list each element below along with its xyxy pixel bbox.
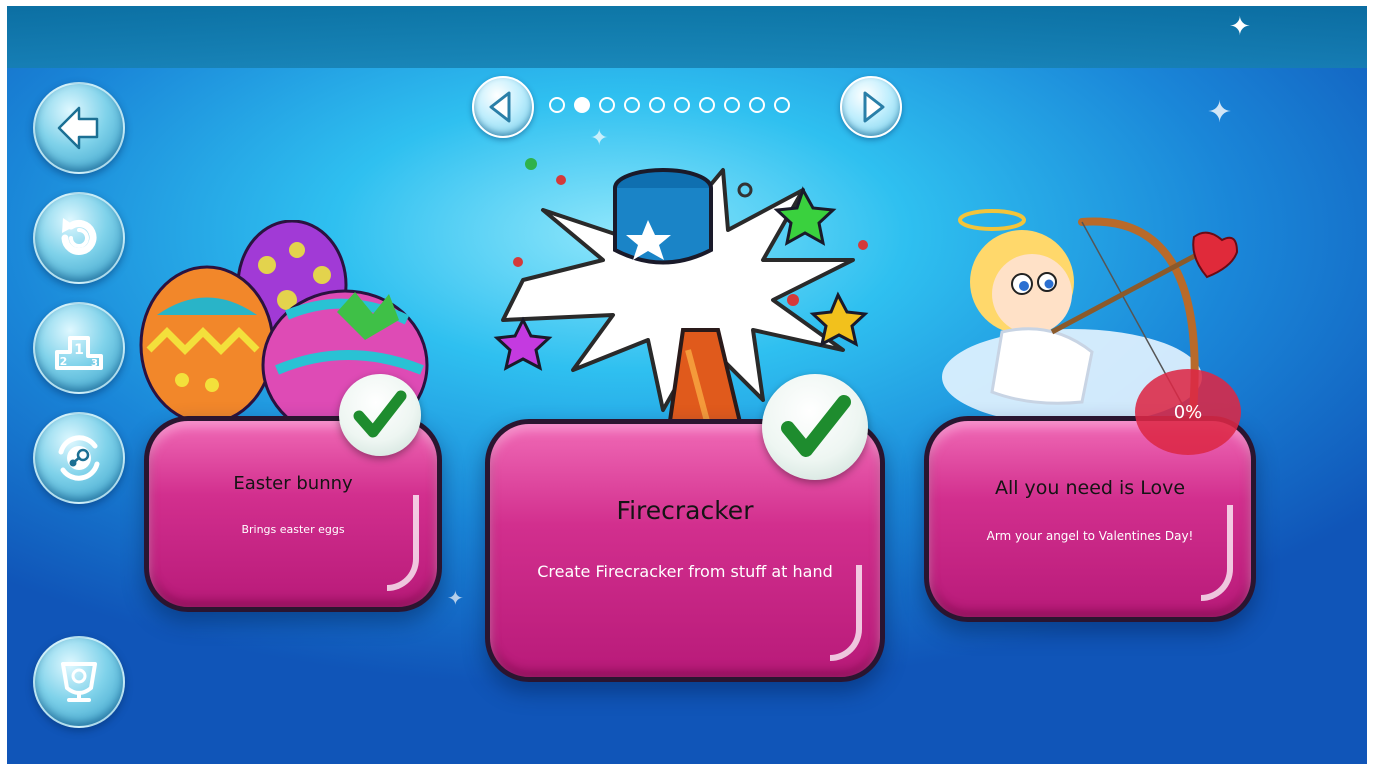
back-arrow-icon	[57, 106, 99, 150]
chevron-left-icon	[489, 91, 511, 123]
page-dot[interactable]	[599, 97, 615, 113]
sparkle-icon: ✦	[590, 126, 609, 151]
sparkle-icon: ✦	[1207, 95, 1233, 130]
sparkle-icon: ✦	[1229, 12, 1251, 42]
trophy-achievements-icon	[61, 662, 97, 702]
page-dot[interactable]	[724, 97, 740, 113]
page-dot[interactable]	[549, 97, 565, 113]
completed-check-icon	[339, 374, 421, 456]
achievement-title: Firecracker	[616, 496, 754, 525]
page-dot[interactable]	[774, 97, 790, 113]
page-dot[interactable]	[699, 97, 715, 113]
previous-page-button[interactable]	[472, 76, 534, 138]
restart-button[interactable]	[33, 192, 125, 284]
steam-sync-icon	[58, 435, 100, 481]
page-dot[interactable]	[674, 97, 690, 113]
chevron-right-icon	[863, 91, 885, 123]
page-dot[interactable]	[749, 97, 765, 113]
achievements-button[interactable]	[33, 636, 125, 728]
top-bar	[7, 6, 1367, 68]
page-dot[interactable]	[624, 97, 640, 113]
back-button[interactable]	[33, 82, 125, 174]
page-indicator	[549, 97, 790, 113]
achievement-title: Easter bunny	[233, 473, 353, 494]
completed-check-icon	[762, 374, 868, 480]
leaderboard-button[interactable]: 1 2 3	[33, 302, 125, 394]
next-page-button[interactable]	[840, 76, 902, 138]
svg-text:1: 1	[74, 342, 84, 358]
achievements-screen: ✦ ✦ ✦ ✦ 1 2 3 Easter bunny Brings easter…	[7, 6, 1367, 764]
achievement-description: Create Firecracker from stuff at hand	[537, 562, 833, 581]
progress-badge: 0%	[1135, 369, 1241, 455]
steam-sync-button[interactable]	[33, 412, 125, 504]
page-dot[interactable]	[649, 97, 665, 113]
restart-icon	[61, 218, 97, 255]
achievement-title: All you need is Love	[994, 477, 1186, 499]
svg-text:3: 3	[91, 358, 98, 369]
sparkle-icon: ✦	[447, 586, 464, 610]
leaderboard-podium-icon: 1 2 3	[55, 336, 103, 370]
svg-text:2: 2	[60, 355, 68, 368]
page-dot[interactable]	[574, 97, 590, 113]
